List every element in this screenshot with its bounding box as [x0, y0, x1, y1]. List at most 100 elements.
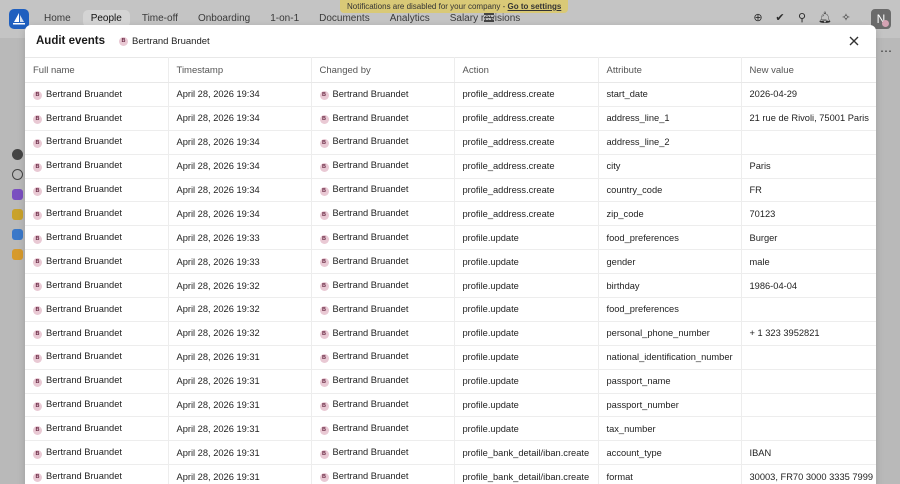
action-cell: profile_bank_detail/iban.create: [454, 440, 599, 466]
column-header-attribute[interactable]: Attribute: [598, 57, 742, 83]
timestamp-cell: April 28, 2026 19:33: [168, 225, 312, 251]
column-header-action[interactable]: Action: [454, 57, 599, 83]
chat-icon[interactable]: [12, 169, 23, 180]
changed-by-cell-text: Bertrand Bruandet: [332, 327, 409, 338]
table-row[interactable]: B Bertrand Bruandet April 28, 2026 19:34 B B…: [25, 106, 876, 131]
table-row[interactable]: B Bertrand Bruandet April 28, 2026 19:33 B B…: [25, 249, 876, 275]
hamburger-menu-icon[interactable]: [484, 13, 494, 22]
user-avatar-small: B: [33, 115, 42, 125]
user-avatar-small: B: [33, 91, 42, 101]
column-header-timestamp[interactable]: Timestamp: [168, 57, 312, 83]
user-avatar-small: B: [319, 115, 329, 125]
new-value-cell: Paris: [741, 154, 876, 179]
timestamp-cell: April 28, 2026 19:34: [168, 130, 312, 155]
new-value-cell: [741, 297, 876, 322]
audit-events-table: Full name Timestamp Changed by Action Attrib…: [25, 57, 876, 484]
changed-by-cell-text: Bertrand Bruandet: [332, 88, 409, 99]
new-value-cell: 1986-04-04: [741, 273, 876, 299]
notification-text: Notifications are disabled for your comp…: [347, 2, 508, 11]
changed-by-cell: B Bertrand Bruandet: [311, 154, 455, 179]
table-row[interactable]: B Bertrand Bruandet April 28, 2026 19:31 B B…: [25, 440, 876, 466]
full-name-cell-text: Bertrand Bruandet: [46, 399, 122, 410]
timestamp-cell: April 28, 2026 19:34: [168, 178, 312, 203]
user-avatar-small: B: [119, 36, 129, 46]
changed-by-cell-text: Bertrand Bruandet: [332, 184, 409, 195]
action-cell: profile.update: [454, 369, 599, 394]
new-value-cell: [741, 416, 876, 442]
full-name-cell-text: Bertrand Bruandet: [46, 375, 122, 386]
table-row[interactable]: B Bertrand Bruandet April 28, 2026 19:34 B B…: [25, 130, 876, 155]
close-button[interactable]: [848, 34, 860, 46]
full-name-cell-text: Bertrand Bruandet: [46, 232, 122, 243]
new-value-cell: 2026-04-29: [741, 82, 876, 107]
table-row[interactable]: B Bertrand Bruandet April 28, 2026 19:34 B B…: [25, 154, 876, 179]
table-row[interactable]: B Bertrand Bruandet April 28, 2026 19:31 B B…: [25, 393, 876, 418]
attribute-cell: birthday: [598, 273, 742, 299]
changed-by-cell: B Bertrand Bruandet: [311, 345, 455, 370]
table-row[interactable]: B Bertrand Bruandet April 28, 2026 19:34 B B…: [25, 201, 876, 227]
column-header-full-name[interactable]: Full name: [25, 57, 169, 83]
changed-by-cell: B Bertrand Bruandet: [311, 225, 455, 251]
changed-by-cell: B Bertrand Bruandet: [311, 393, 455, 418]
top-icons: ⊕ ✔ ⚲ 🔔︎ ✧: [752, 12, 852, 24]
timestamp-cell: April 28, 2026 19:32: [168, 297, 312, 322]
action-cell: profile.update: [454, 249, 599, 275]
check-circle-icon[interactable]: ✔: [774, 12, 786, 24]
timestamp-cell: April 28, 2026 19:32: [168, 273, 312, 299]
full-name-cell: B Bertrand Bruandet: [25, 297, 169, 322]
user-avatar-small: B: [319, 425, 329, 435]
table-row[interactable]: B Bertrand Bruandet April 28, 2026 19:32 B B…: [25, 273, 876, 299]
app-icon-yellow[interactable]: [12, 209, 23, 220]
changed-by-cell: B Bertrand Bruandet: [311, 249, 455, 275]
new-value-cell: IBAN: [741, 440, 876, 466]
timestamp-cell: April 28, 2026 19:31: [168, 345, 312, 370]
full-name-cell: B Bertrand Bruandet: [25, 273, 169, 299]
table-row[interactable]: B Bertrand Bruandet April 28, 2026 19:34 B B…: [25, 178, 876, 203]
table-row[interactable]: B Bertrand Bruandet April 28, 2026 19:31 B B…: [25, 464, 876, 484]
search-icon[interactable]: ⚲: [796, 12, 808, 24]
app-icon-purple[interactable]: [12, 189, 23, 200]
add-circle-icon[interactable]: ⊕: [752, 12, 764, 24]
action-cell: profile.update: [454, 416, 599, 442]
user-avatar-small: B: [319, 401, 329, 411]
timestamp-cell: April 28, 2026 19:32: [168, 321, 312, 346]
table-row[interactable]: B Bertrand Bruandet April 28, 2026 19:32 B B…: [25, 297, 876, 322]
full-name-cell-text: Bertrand Bruandet: [46, 208, 122, 219]
go-to-settings-link[interactable]: Go to settings: [508, 2, 562, 11]
more-options-icon[interactable]: ⋯: [880, 44, 892, 58]
user-avatar-small: B: [33, 282, 42, 292]
action-cell: profile_address.create: [454, 201, 599, 227]
column-header-new-value[interactable]: New value: [741, 57, 876, 83]
new-value-cell: [741, 345, 876, 370]
full-name-cell-text: Bertrand Bruandet: [46, 447, 122, 458]
full-name-cell: B Bertrand Bruandet: [25, 464, 169, 484]
bell-icon[interactable]: 🔔︎: [818, 12, 832, 24]
user-avatar-small: B: [319, 210, 329, 220]
changed-by-cell: B Bertrand Bruandet: [311, 297, 455, 322]
table-row[interactable]: B Bertrand Bruandet April 28, 2026 19:33 B B…: [25, 225, 876, 251]
user-avatar-small: B: [33, 306, 42, 316]
app-icon-orange[interactable]: [12, 249, 23, 260]
table-row[interactable]: B Bertrand Bruandet April 28, 2026 19:31 B B…: [25, 416, 876, 442]
timestamp-cell: April 28, 2026 19:33: [168, 249, 312, 275]
sparkle-icon[interactable]: ✧: [840, 12, 852, 24]
action-cell: profile.update: [454, 345, 599, 370]
attribute-cell: food_preferences: [598, 225, 742, 251]
full-name-cell: B Bertrand Bruandet: [25, 440, 169, 466]
attribute-cell: start_date: [598, 82, 742, 107]
table-row[interactable]: B Bertrand Bruandet April 28, 2026 19:32 B B…: [25, 321, 876, 346]
table-row[interactable]: B Bertrand Bruandet April 28, 2026 19:31 B B…: [25, 345, 876, 370]
table-row[interactable]: B Bertrand Bruandet April 28, 2026 19:31 B B…: [25, 369, 876, 394]
compass-icon[interactable]: [12, 149, 23, 160]
changed-by-cell-text: Bertrand Bruandet: [332, 160, 409, 171]
table-row[interactable]: B Bertrand Bruandet April 28, 2026 19:34 B B…: [25, 82, 876, 107]
attribute-cell: format: [598, 464, 742, 484]
changed-by-cell-text: Bertrand Bruandet: [332, 136, 409, 147]
full-name-cell: B Bertrand Bruandet: [25, 178, 169, 203]
action-cell: profile_address.create: [454, 154, 599, 179]
user-avatar-small: B: [33, 377, 42, 387]
user-avatar-small: B: [33, 234, 42, 244]
timestamp-cell: April 28, 2026 19:34: [168, 106, 312, 131]
column-header-changed-by[interactable]: Changed by: [311, 57, 455, 83]
app-icon-blue[interactable]: [12, 229, 23, 240]
